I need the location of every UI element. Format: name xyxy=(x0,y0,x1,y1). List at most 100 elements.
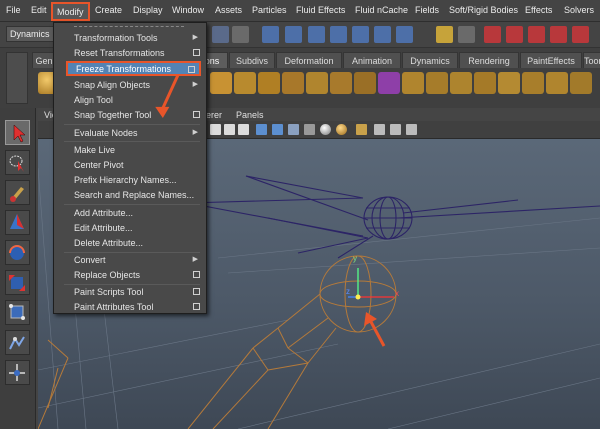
combine-icon[interactable] xyxy=(402,72,424,94)
snap-curve-icon[interactable] xyxy=(330,26,347,43)
menu-item-label: Transformation Tools xyxy=(74,33,158,43)
tab-rendering[interactable]: Rendering xyxy=(459,52,519,68)
menu-item-delete-attribute[interactable]: Delete Attribute... xyxy=(54,236,206,251)
select-tool-icon[interactable] xyxy=(5,120,30,145)
snap-plane-icon[interactable] xyxy=(374,26,391,43)
tab-animation[interactable]: Animation xyxy=(343,52,401,68)
ipr-render-icon[interactable] xyxy=(506,26,523,43)
menu-item-paint-attributes-tool[interactable]: Paint Attributes Tool xyxy=(54,300,206,315)
menu-item-label: Paint Attributes Tool xyxy=(74,302,154,312)
menu-display[interactable]: Display xyxy=(133,5,163,15)
menu-item-make-live[interactable]: Make Live xyxy=(54,143,206,158)
tab-deformation[interactable]: Deformation xyxy=(276,52,342,68)
menu-item-transformation-tools[interactable]: Transformation Tools ▶ xyxy=(54,31,206,46)
poly-cylinder-icon[interactable] xyxy=(234,72,256,94)
option-box-icon[interactable] xyxy=(193,303,200,310)
tab-subdivs[interactable]: Subdivs xyxy=(229,52,275,68)
mode-dropdown-value: Dynamics xyxy=(10,29,50,39)
insert-edge-loop-icon[interactable] xyxy=(546,72,568,94)
lock-icon[interactable] xyxy=(436,26,453,43)
append-polygon-icon[interactable] xyxy=(498,72,520,94)
save-scene-icon[interactable] xyxy=(212,26,229,43)
menu-item-paint-scripts-tool[interactable]: Paint Scripts Tool xyxy=(54,285,206,300)
select-component-icon[interactable] xyxy=(285,26,302,43)
option-box-icon[interactable] xyxy=(193,49,200,56)
menu-item-reset-transformations[interactable]: Reset Transformations xyxy=(54,46,206,61)
move-icon xyxy=(10,214,24,229)
menu-item-add-attribute[interactable]: Add Attribute... xyxy=(54,206,206,221)
menu-item-center-pivot[interactable]: Center Pivot xyxy=(54,158,206,173)
modify-menu: Transformation Tools ▶ Reset Transformati… xyxy=(53,22,207,314)
separate-icon[interactable] xyxy=(426,72,448,94)
poly-torus-icon[interactable] xyxy=(306,72,328,94)
extrude-icon[interactable] xyxy=(450,72,472,94)
paint-select-tool-icon[interactable] xyxy=(5,180,30,205)
shelf-menu-handle[interactable] xyxy=(6,52,28,104)
lasso-tool-icon[interactable] xyxy=(5,150,30,175)
manipulator-tool-icon[interactable] xyxy=(5,300,30,325)
history-icon[interactable] xyxy=(458,26,475,43)
pivot-manipulator[interactable]: y x z xyxy=(346,254,399,300)
bevel-icon[interactable] xyxy=(570,72,592,94)
svg-text:x: x xyxy=(395,289,399,298)
svg-text:z: z xyxy=(346,287,350,296)
tab-toon[interactable]: Toon xyxy=(583,52,600,68)
menu-fluid-ncache[interactable]: Fluid nCache xyxy=(355,5,408,15)
render-settings-icon[interactable] xyxy=(528,26,545,43)
poly-pyramid-icon[interactable] xyxy=(354,72,376,94)
render-icon[interactable] xyxy=(484,26,501,43)
menu-item-evaluate-nodes[interactable]: Evaluate Nodes ▶ xyxy=(54,126,206,141)
menu-item-label: Search and Replace Names... xyxy=(74,190,195,200)
tab-painteffects[interactable]: PaintEffects xyxy=(520,52,582,68)
menu-separator xyxy=(64,141,200,142)
arrow-icon xyxy=(160,74,180,111)
hypershade-icon[interactable] xyxy=(550,26,567,43)
menu-edit[interactable]: Edit xyxy=(31,5,47,15)
poly-plane-icon[interactable] xyxy=(282,72,304,94)
select-object-icon[interactable] xyxy=(262,26,279,43)
select-hierarchy-icon[interactable] xyxy=(232,26,249,43)
move-tool-icon[interactable] xyxy=(5,210,30,235)
menu-item-label: Snap Together Tool xyxy=(74,110,152,120)
option-box-icon[interactable] xyxy=(193,271,200,278)
menu-fluid-effects[interactable]: Fluid Effects xyxy=(296,5,345,15)
make-live-icon[interactable] xyxy=(396,26,413,43)
menu-modify[interactable]: Modify xyxy=(51,2,90,21)
poly-cube-icon[interactable] xyxy=(210,72,232,94)
menu-tear-off[interactable] xyxy=(74,26,184,30)
menu-fields[interactable]: Fields xyxy=(415,5,439,15)
show-manipulator-icon[interactable] xyxy=(5,360,30,385)
split-polygon-icon[interactable] xyxy=(522,72,544,94)
soft-mod-tool-icon[interactable] xyxy=(5,330,30,355)
option-box-icon[interactable] xyxy=(193,111,200,118)
menu-file[interactable]: File xyxy=(6,5,21,15)
bridge-icon[interactable] xyxy=(474,72,496,94)
magnet-icon[interactable] xyxy=(572,26,589,43)
menu-window[interactable]: Window xyxy=(172,5,204,15)
menu-item-label: Delete Attribute... xyxy=(74,238,144,248)
menu-item-edit-attribute[interactable]: Edit Attribute... xyxy=(54,221,206,236)
rotate-tool-icon[interactable] xyxy=(5,240,30,265)
poly-prism-icon[interactable] xyxy=(330,72,352,94)
menu-item-convert[interactable]: Convert ▶ xyxy=(54,253,206,268)
menu-assets[interactable]: Assets xyxy=(215,5,242,15)
menu-create[interactable]: Create xyxy=(95,5,122,15)
tab-dynamics[interactable]: Dynamics xyxy=(402,52,458,68)
manipulator-icon xyxy=(9,364,25,381)
mode-dropdown[interactable]: Dynamics xyxy=(6,26,56,42)
submenu-arrow-icon: ▶ xyxy=(192,81,198,88)
menu-item-label: Center Pivot xyxy=(74,160,124,170)
snap-point-icon[interactable] xyxy=(352,26,369,43)
scale-tool-icon[interactable] xyxy=(5,270,30,295)
menu-item-replace-objects[interactable]: Replace Objects xyxy=(54,268,206,283)
menu-solvers[interactable]: Solvers xyxy=(564,5,594,15)
poly-cone-icon[interactable] xyxy=(258,72,280,94)
menu-item-prefix-hierarchy-names[interactable]: Prefix Hierarchy Names... xyxy=(54,173,206,188)
menu-soft-rigid-bodies[interactable]: Soft/Rigid Bodies xyxy=(449,5,518,15)
option-box-icon[interactable] xyxy=(193,288,200,295)
snap-grid-icon[interactable] xyxy=(308,26,325,43)
menu-effects[interactable]: Effects xyxy=(525,5,552,15)
menu-item-search-and-replace-names[interactable]: Search and Replace Names... xyxy=(54,188,206,203)
menu-particles[interactable]: Particles xyxy=(252,5,287,15)
poly-pipe-icon[interactable] xyxy=(378,72,400,94)
